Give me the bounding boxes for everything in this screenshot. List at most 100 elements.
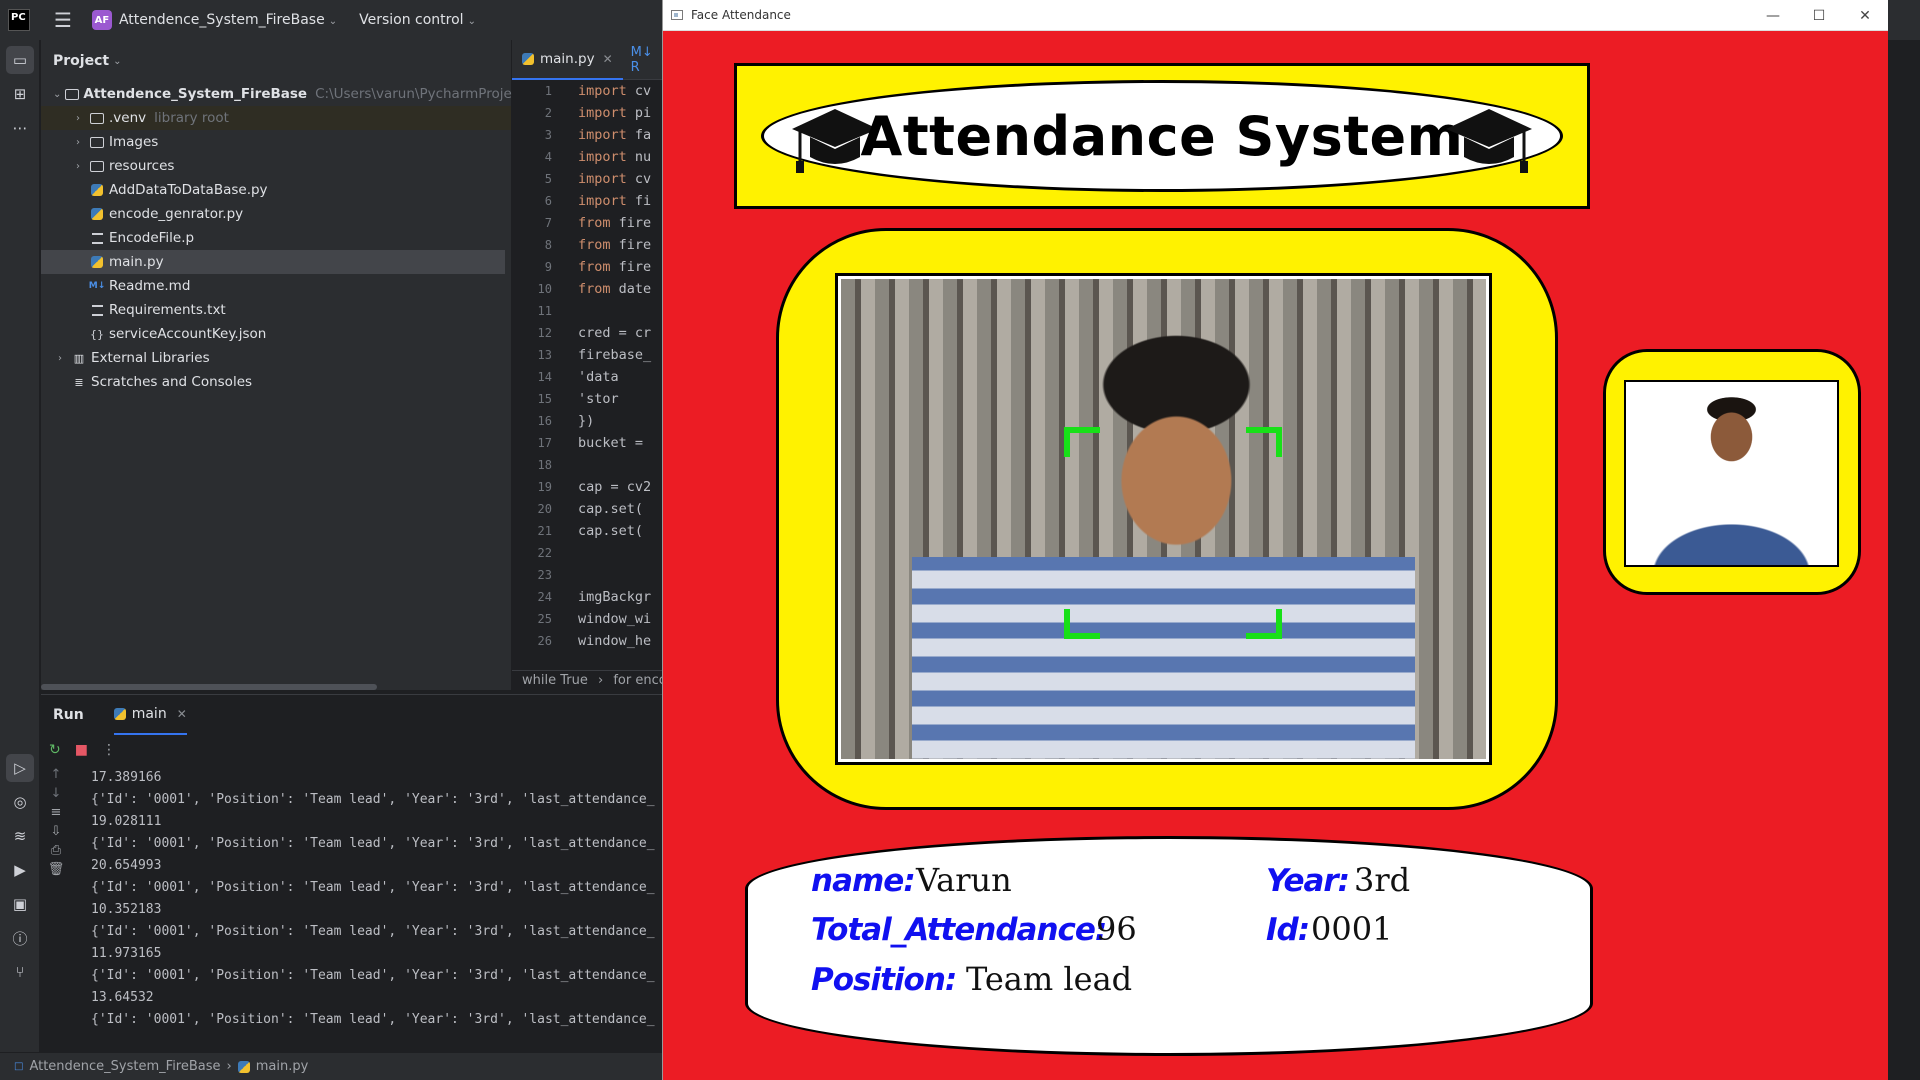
tab-main-py[interactable]: main.py ✕	[512, 40, 623, 80]
code-line: 24 imgBackgr	[512, 586, 662, 608]
chevron-down-icon: ⌄	[113, 55, 122, 67]
tree-item-file[interactable]: AddDataToDataBase.py	[41, 178, 511, 202]
tab-label: main.py	[540, 50, 595, 67]
text-file-icon	[89, 231, 105, 245]
expand-arrow-icon[interactable]: ›	[71, 161, 85, 172]
code-text: import fa	[578, 124, 651, 146]
more-vertical-icon[interactable]: ⋮	[102, 742, 116, 758]
expand-arrow-icon[interactable]: ⌄	[53, 89, 61, 100]
breadcrumb-item[interactable]: for enco	[613, 673, 662, 688]
code-keyword: from	[578, 259, 611, 275]
expand-arrow-icon[interactable]: ›	[53, 353, 67, 364]
code-line: 3 import fa	[512, 124, 662, 146]
rerun-icon[interactable]: ↻	[49, 742, 61, 758]
version-control-menu[interactable]: Version control ⌄	[359, 12, 476, 28]
project-switcher[interactable]: Attendence_System_FireBase ⌄	[119, 12, 337, 28]
run-icon[interactable]: ▷	[6, 754, 34, 782]
code-line: 12 cred = cr	[512, 322, 662, 344]
code-text: })	[578, 410, 594, 432]
minimize-icon[interactable]: —	[1750, 0, 1796, 31]
code-rest: pi	[626, 105, 652, 121]
tree-item-external-libraries[interactable]: › ▥ External Libraries	[41, 346, 511, 370]
tree-item-venv[interactable]: › .venv library root	[41, 106, 511, 130]
code-keyword: from	[578, 215, 611, 231]
terminal-icon[interactable]: ▣	[6, 890, 34, 918]
stop-icon[interactable]: ■	[75, 742, 88, 758]
project-folder-icon[interactable]: ▭	[6, 46, 34, 74]
code-rest: cv	[626, 83, 652, 99]
window-title-bar[interactable]: Face Attendance — ☐ ✕	[663, 0, 1888, 31]
tree-item-resources[interactable]: › resources	[41, 154, 511, 178]
close-icon[interactable]: ✕	[177, 707, 187, 721]
status-file[interactable]: main.py	[256, 1059, 309, 1074]
code-line: 16})	[512, 410, 662, 432]
more-icon[interactable]: ⋯	[6, 114, 34, 142]
code-text: import nu	[578, 146, 651, 168]
tree-item-file[interactable]: Requirements.txt	[41, 298, 511, 322]
tree-item-file-selected[interactable]: main.py	[41, 250, 505, 274]
code-line: 13 firebase_	[512, 344, 662, 366]
console-output[interactable]: 17.389166 {'Id': '0001', 'Position': 'Tea…	[91, 767, 661, 1031]
tree-item-label: EncodeFile.p	[109, 230, 195, 246]
expand-arrow-icon[interactable]: ›	[71, 137, 85, 148]
editor-tabs: main.py ✕ M↓ R	[512, 40, 662, 80]
arrow-up-icon[interactable]: ↑	[51, 767, 62, 782]
status-project[interactable]: Attendence_System_FireBase	[29, 1059, 220, 1074]
tree-item-scratches[interactable]: ≣ Scratches and Consoles	[41, 370, 511, 394]
tree-item-file[interactable]: encode_genrator.py	[41, 202, 511, 226]
breadcrumb-item[interactable]: while True	[522, 673, 588, 688]
line-number: 9	[544, 260, 552, 274]
horizontal-scrollbar[interactable]	[41, 684, 377, 690]
close-icon[interactable]: ✕	[603, 52, 613, 66]
arrow-down-icon[interactable]: ↓	[51, 786, 62, 801]
code-editor[interactable]: main.py ✕ M↓ R 1 import cv 2 import pi 3 impo…	[512, 40, 662, 692]
position-value: Team lead	[966, 960, 1133, 998]
tree-root[interactable]: ⌄ Attendence_System_FireBase C:\Users\va…	[41, 82, 550, 106]
run-side-toolbar: ↑ ↓ ≡ ⇩ ⎙ 🗑	[41, 767, 71, 877]
line-number: 17	[537, 436, 552, 450]
services-icon[interactable]: ▶	[6, 856, 34, 884]
soft-wrap-icon[interactable]: ≡	[51, 805, 62, 820]
code-line: 1 import cv	[512, 80, 662, 102]
tree-item-images[interactable]: › Images	[41, 130, 511, 154]
maximize-icon[interactable]: ☐	[1796, 0, 1842, 31]
code-text: from fire	[578, 212, 651, 234]
git-icon[interactable]: ⑂	[6, 958, 34, 986]
code-line: 25 window_wi	[512, 608, 662, 630]
code-text: from date	[578, 278, 651, 300]
total-attendance-value: 96	[1096, 910, 1137, 948]
close-icon[interactable]: ✕	[1842, 0, 1888, 31]
pycharm-logo: PC	[8, 9, 30, 31]
code-rest: firebase_	[578, 347, 652, 363]
python-file-icon	[522, 52, 534, 65]
python-file-icon	[89, 183, 105, 197]
main-menu-icon[interactable]: ☰	[54, 8, 72, 32]
project-badge[interactable]: AF	[91, 10, 112, 30]
code-text: import cv	[578, 80, 651, 102]
code-rest: cv	[626, 171, 652, 187]
project-panel-header[interactable]: Project ⌄	[41, 40, 511, 82]
tree-item-file[interactable]: {} serviceAccountKey.json	[41, 322, 511, 346]
code-text: cred = cr	[578, 322, 651, 344]
tree-item-label: Readme.md	[109, 278, 191, 294]
tree-item-label: encode_genrator.py	[109, 206, 244, 222]
print-icon[interactable]: ⎙	[51, 843, 61, 858]
breadcrumb[interactable]: while True › for enco	[512, 670, 662, 692]
tab-readme[interactable]: M↓ R	[623, 45, 662, 75]
code-text: window_he	[578, 630, 651, 652]
scroll-to-end-icon[interactable]: ⇩	[51, 824, 62, 839]
tab-run-main[interactable]: main ✕	[113, 695, 187, 735]
python-console-icon[interactable]: ◎	[6, 788, 34, 816]
code-text: 'stor	[578, 388, 619, 410]
code-rest: bucket =	[578, 435, 644, 451]
layers-icon[interactable]: ≋	[6, 822, 34, 850]
tree-item-file[interactable]: EncodeFile.p	[41, 226, 511, 250]
problems-icon[interactable]: ⓘ	[6, 924, 34, 952]
code-line: 20 cap.set(	[512, 498, 662, 520]
line-number: 13	[537, 348, 552, 362]
expand-arrow-icon[interactable]: ›	[71, 113, 85, 124]
code-rest: fire	[610, 215, 652, 231]
structure-icon[interactable]: ⊞	[6, 80, 34, 108]
trash-icon[interactable]: 🗑	[48, 862, 65, 877]
tree-item-file[interactable]: M↓ Readme.md	[41, 274, 511, 298]
